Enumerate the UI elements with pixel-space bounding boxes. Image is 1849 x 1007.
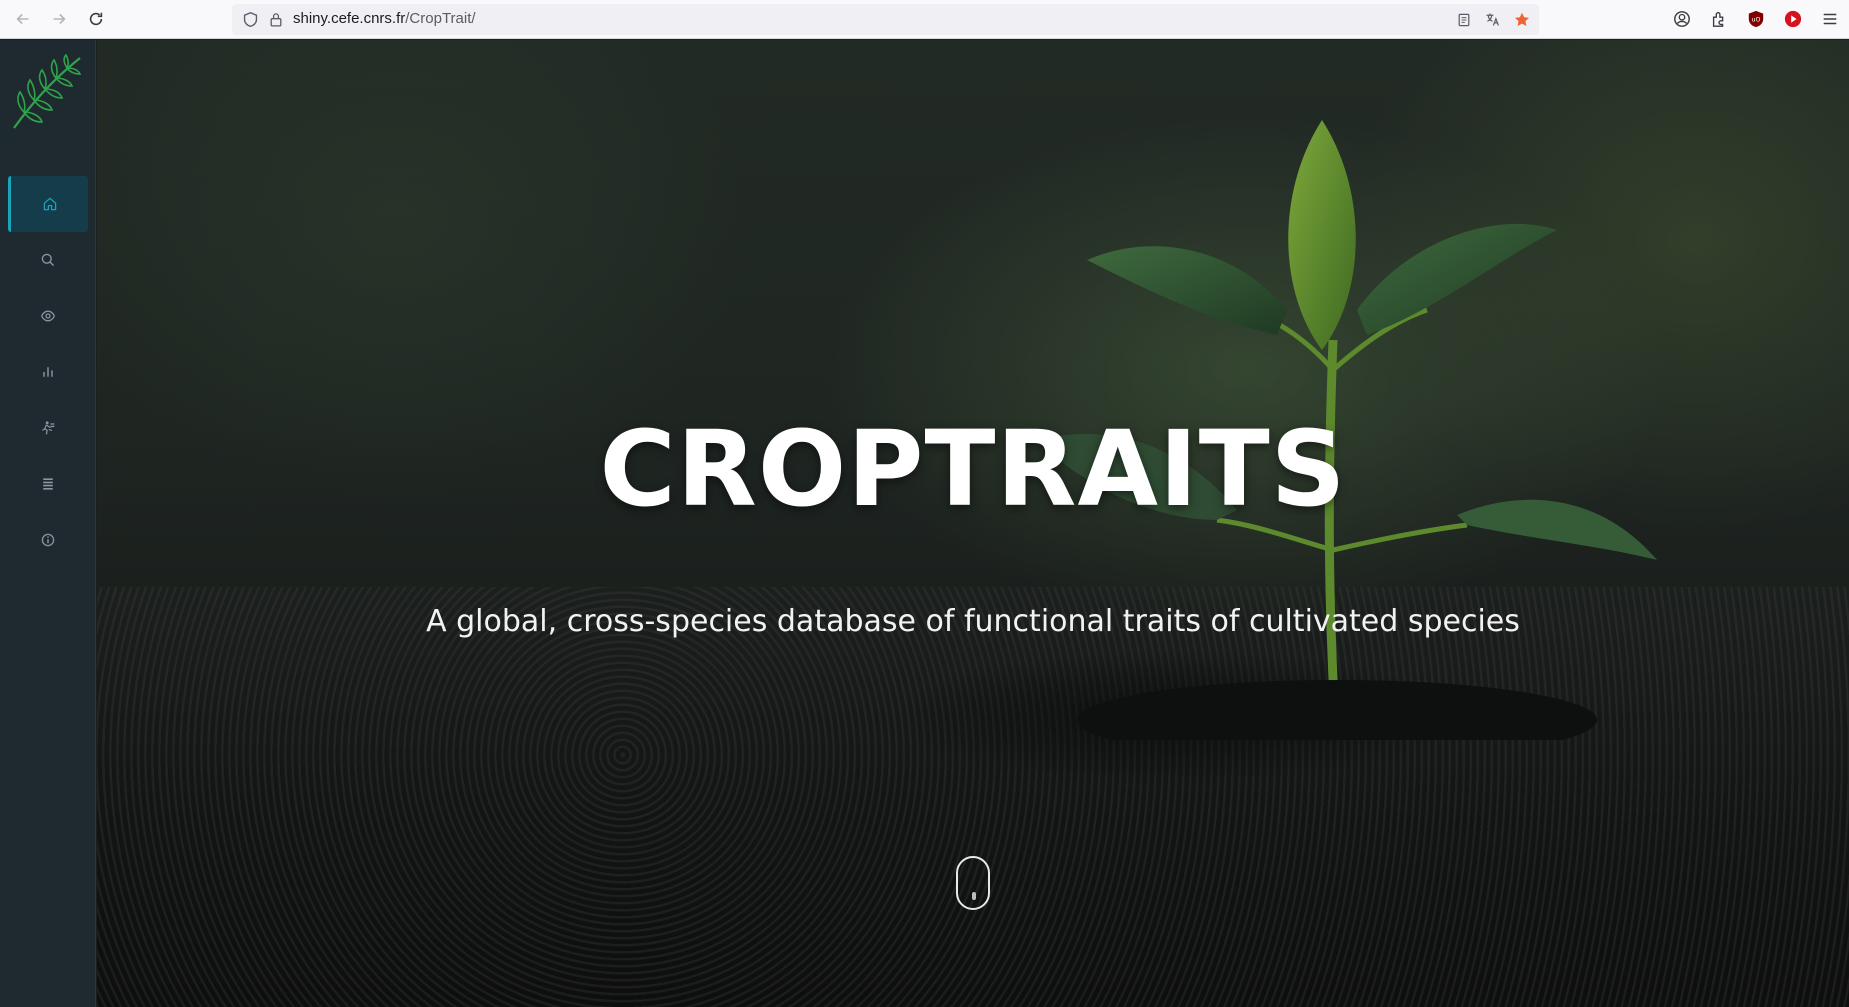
forward-button[interactable] [48,8,70,30]
sidebar-item-data[interactable] [8,456,88,512]
account-icon[interactable] [1672,9,1691,28]
address-bar[interactable]: shiny.cefe.cnrs.fr/CropTrait/ [232,4,1539,35]
scroll-wheel [972,892,976,900]
extensions-icon[interactable] [1709,9,1728,28]
translate-icon[interactable] [1483,10,1502,29]
browser-toolbar: shiny.cefe.cnrs.fr/CropTrait/ uO [0,0,1849,39]
sidebar-item-search[interactable] [8,232,88,288]
sidebar-item-activity[interactable] [8,400,88,456]
hero-title: CROPTRAITS [599,408,1347,530]
sidebar [0,40,96,1007]
svg-text:uO: uO [1751,16,1760,23]
hero-section: CROPTRAITS A global, cross-species datab… [97,40,1849,1007]
running-person-icon [42,421,55,435]
ublock-shield-icon[interactable]: uO [1746,9,1765,28]
bar-chart-icon [43,367,53,377]
search-icon [41,253,55,267]
scroll-down-indicator-icon[interactable] [956,856,990,910]
reload-button[interactable] [85,8,107,30]
reader-mode-icon[interactable] [1454,10,1473,29]
arrow-left-icon [16,13,29,25]
hero-subtitle: A global, cross-species database of func… [426,604,1520,639]
arrow-right-icon [53,13,66,25]
lock-icon[interactable] [268,11,284,32]
eye-icon [40,310,56,322]
bookmark-star-icon[interactable] [1512,10,1531,29]
info-icon [41,533,55,547]
url-text: shiny.cefe.cnrs.fr/CropTrait/ [293,10,476,27]
list-icon [43,478,53,490]
sidebar-item-home[interactable] [8,176,88,232]
sidebar-item-view[interactable] [8,288,88,344]
sidebar-item-charts[interactable] [8,344,88,400]
reload-icon [89,12,103,26]
sidebar-item-info[interactable] [8,512,88,568]
wheat-logo-icon[interactable] [10,53,84,130]
shield-icon[interactable] [242,11,259,32]
video-extension-icon[interactable] [1783,9,1802,28]
back-button[interactable] [12,8,34,30]
menu-icon[interactable] [1820,9,1839,28]
home-icon [43,197,56,211]
url-path: /CropTrait/ [405,10,476,27]
url-host: shiny.cefe.cnrs.fr [293,10,406,27]
